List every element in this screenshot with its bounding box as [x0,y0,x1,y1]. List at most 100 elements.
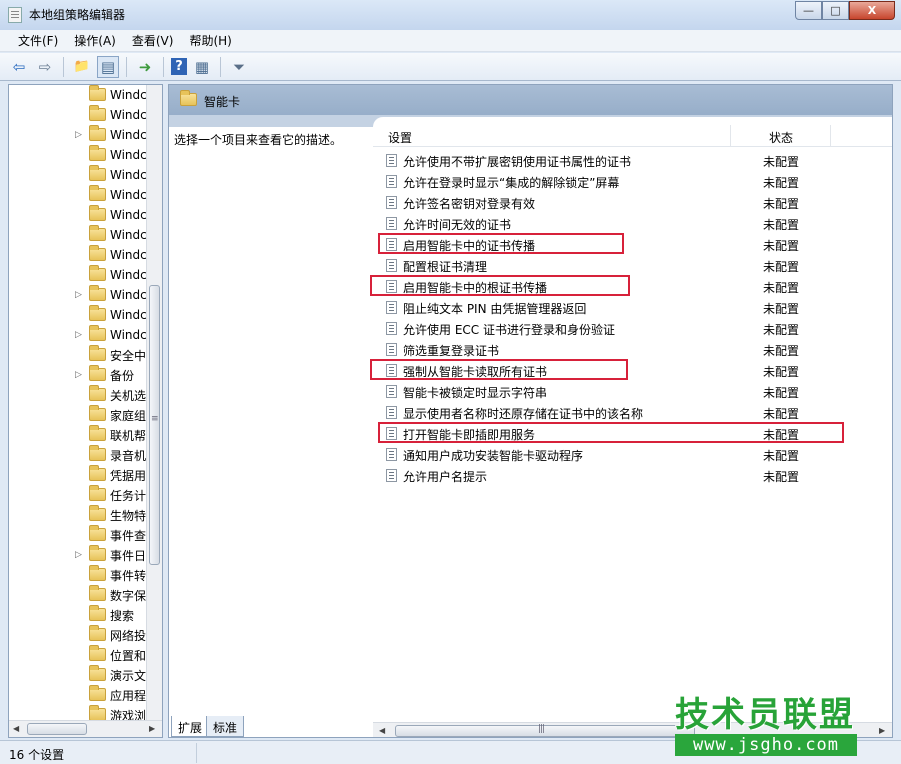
tree-hscroll-thumb[interactable] [27,723,87,735]
tree-item[interactable]: 关机选 [9,385,149,405]
tree-item[interactable]: 搜索 [9,605,149,625]
title-bar[interactable]: 本地组策略编辑器 — □ X [0,0,901,30]
tree-item[interactable]: ▷ 事件日 [9,545,149,565]
tree-item[interactable]: ▷ Windc [9,285,149,305]
tree-item[interactable]: Windc [9,245,149,265]
setting-row[interactable]: 允许用户名提示 未配置 [373,465,892,486]
tab-standard[interactable]: 标准 [206,716,245,737]
tree-item[interactable]: 安全中 [9,345,149,365]
menu-help[interactable]: 帮助(H) [181,32,239,49]
tree-item[interactable]: Windc [9,205,149,225]
setting-state: 未配置 [763,281,800,295]
setting-row[interactable]: 允许使用 ECC 证书进行登录和身份验证 未配置 [373,318,892,339]
tree-item[interactable]: 凭据用 [9,465,149,485]
setting-state: 未配置 [763,407,800,421]
setting-row[interactable]: 通知用户成功安装智能卡驱动程序 未配置 [373,444,892,465]
scroll-right-arrow-icon[interactable]: ▶ [149,724,155,733]
scroll-right-arrow-icon[interactable]: ▶ [879,726,885,735]
column-divider[interactable] [730,125,731,147]
tree-item[interactable]: 联机帮 [9,425,149,445]
setting-row[interactable]: 允许签名密钥对登录有效 未配置 [373,192,892,213]
menu-view[interactable]: 查看(V) [124,32,182,49]
expand-arrow-icon[interactable]: ▷ [75,130,82,140]
help-icon[interactable]: ? [171,58,187,75]
properties-icon[interactable]: ▦ [191,56,213,78]
toolbar: ⇦ ⇨ 📁 ▤ ➜ ? ▦ ⏷ [0,53,901,81]
list-hscroll-thumb[interactable] [395,724,695,737]
tree-vscroll-thumb[interactable] [149,285,160,565]
tree-item[interactable]: Windc [9,305,149,325]
setting-row[interactable]: 显示使用者名称时还原存储在证书中的该名称 未配置 [373,402,892,423]
setting-row[interactable]: 允许在登录时显示“集成的解除锁定”屏幕 未配置 [373,171,892,192]
tree-item[interactable]: 位置和 [9,645,149,665]
tree-item[interactable]: 演示文 [9,665,149,685]
setting-row[interactable]: 配置根证书清理 未配置 [373,255,892,276]
tab-extended[interactable]: 扩展 [171,716,210,737]
show-hide-tree-icon[interactable]: ▤ [97,55,119,78]
tree-item[interactable]: 事件转 [9,565,149,585]
toolbar-separator [163,56,164,77]
export-list-icon[interactable]: ➜ [134,56,156,78]
tree-item-label: Windc [110,208,147,222]
setting-row[interactable]: 阻止纯文本 PIN 由凭据管理器返回 未配置 [373,297,892,318]
tree-item[interactable]: Windc [9,145,149,165]
policy-setting-icon [386,406,397,419]
tree-item[interactable]: ▷ Windc [9,325,149,345]
tree-horizontal-scrollbar[interactable]: ◀ ▶ [9,720,162,737]
tree-item-label: Windc [110,248,147,262]
setting-row[interactable]: 筛选重复登录证书 未配置 [373,339,892,360]
setting-row[interactable]: 智能卡被锁定时显示字符串 未配置 [373,381,892,402]
back-arrow-icon[interactable]: ⇦ [8,56,30,78]
tree-item[interactable]: 家庭组 [9,405,149,425]
tree-item-label: 搜索 [110,608,135,623]
scroll-left-arrow-icon[interactable]: ◀ [13,724,19,733]
column-setting[interactable]: 设置 [388,129,412,146]
policy-tree-pane[interactable]: Windc Windc ▷ Windc Windc Windc Windc Windc Wind… [8,84,163,738]
folder-up-icon[interactable]: 📁 [71,56,93,78]
tree-item[interactable]: 应用程 [9,685,149,705]
menu-file[interactable]: 文件(F) [10,32,66,49]
policy-setting-icon [386,385,397,398]
policy-setting-icon [386,322,397,335]
setting-row[interactable]: 允许使用不带扩展密钥使用证书属性的证书 未配置 [373,150,892,171]
expand-arrow-icon[interactable]: ▷ [75,290,82,300]
setting-state: 未配置 [763,260,800,274]
tree-item[interactable]: ▷ 备份 [9,365,149,385]
tree-item[interactable]: 网络投 [9,625,149,645]
folder-icon [89,105,106,121]
column-divider[interactable] [830,125,831,147]
folder-icon [89,265,106,281]
tree-vertical-scrollbar[interactable] [146,85,162,721]
tree-item[interactable]: 任务计 [9,485,149,505]
tree-item[interactable]: 录音机 [9,445,149,465]
maximize-button[interactable]: □ [822,1,849,20]
tree-item[interactable]: 生物特 [9,505,149,525]
expand-arrow-icon[interactable]: ▷ [75,550,82,560]
forward-arrow-icon[interactable]: ⇨ [34,56,56,78]
setting-name: 显示使用者名称时还原存储在证书中的该名称 [403,407,644,421]
scroll-left-arrow-icon[interactable]: ◀ [379,726,385,735]
window-title: 本地组策略编辑器 [29,8,126,22]
tree-item[interactable]: Windc [9,85,149,105]
setting-row[interactable]: 允许时间无效的证书 未配置 [373,213,892,234]
tree-item-label: 事件转 [110,568,147,583]
tree-item[interactable]: ▷ Windc [9,125,149,145]
close-button[interactable]: X [849,1,895,20]
tree-item[interactable]: Windc [9,225,149,245]
tree-item[interactable]: Windc [9,185,149,205]
tree-item[interactable]: Windc [9,105,149,125]
tree-item[interactable]: Windc [9,265,149,285]
filter-icon[interactable]: ⏷ [228,56,250,78]
tree-item-label: Windc [110,128,147,142]
tree-item[interactable]: Windc [9,165,149,185]
minimize-button[interactable]: — [795,1,822,20]
tree-item[interactable]: 数字保 [9,585,149,605]
expand-arrow-icon[interactable]: ▷ [75,370,82,380]
tree-item-label: 安全中 [110,348,147,363]
tree-item[interactable]: 事件查 [9,525,149,545]
expand-arrow-icon[interactable]: ▷ [75,330,82,340]
menu-action[interactable]: 操作(A) [66,32,124,49]
column-state[interactable]: 状态 [769,129,793,146]
tree-item-label: 录音机 [110,448,147,463]
tree-item-label: 事件查 [110,528,147,543]
